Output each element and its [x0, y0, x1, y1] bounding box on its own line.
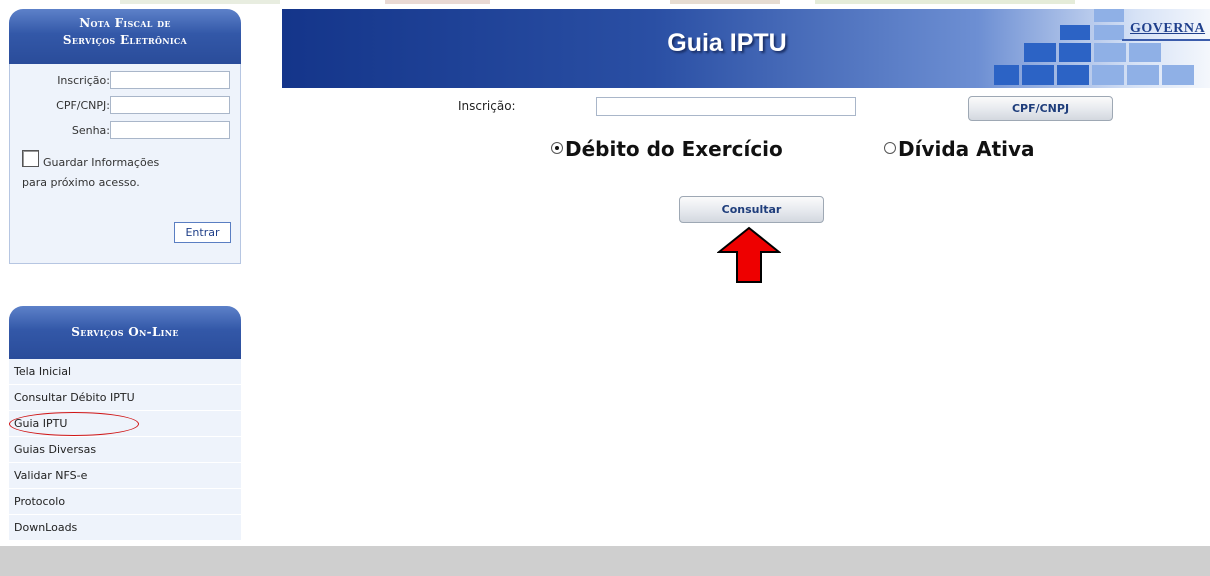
remember-label-line1: Guardar Informações [43, 156, 160, 169]
banner-square-decoration [1094, 43, 1126, 62]
banner-square-decoration [1094, 25, 1124, 40]
menu-item-label: Guias Diversas [14, 443, 97, 456]
option-debito-exercicio-label: Débito do Exercício [565, 137, 783, 161]
login-enter-button[interactable]: Entrar [174, 222, 231, 243]
red-up-arrow-icon [717, 226, 781, 283]
governa-logo: GOVERNA [1130, 21, 1206, 36]
banner-square-decoration [1060, 25, 1090, 40]
cpf-cnpj-button[interactable]: CPF/CNPJ [968, 96, 1113, 121]
page-title: Guia IPTU [667, 29, 787, 57]
arrow-shape [717, 226, 781, 283]
page-banner: Guia IPTU GOVERNA [282, 9, 1210, 88]
login-inscricao-input[interactable] [110, 71, 230, 89]
login-senha-row: Senha: [10, 121, 242, 139]
nfse-title-line2: Serviços Eletrônica [62, 33, 188, 47]
login-senha-label: Senha: [71, 124, 110, 137]
login-senha-input[interactable] [110, 121, 230, 139]
menu-item-guias-diversas[interactable]: Guias Diversas [9, 437, 241, 463]
banner-square-decoration [1059, 43, 1091, 62]
banner-square-decoration [1024, 43, 1056, 62]
menu-item-label: Tela Inicial [14, 365, 72, 378]
menu-item-downloads[interactable]: DownLoads [9, 515, 241, 541]
highlight-circle-annotation [9, 412, 139, 436]
menu-item-consultar-debito-iptu[interactable]: Consultar Débito IPTU [9, 385, 241, 411]
top-strip-segment [120, 0, 280, 4]
menu-item-label: Protocolo [14, 495, 66, 508]
menu-item-label: DownLoads [14, 521, 78, 534]
services-menu: Tela Inicial Consultar Débito IPTU Guia … [9, 359, 241, 541]
remember-label-line2: para próximo acesso. [22, 176, 140, 189]
login-inscricao-row: Inscrição: [10, 71, 242, 89]
login-box: Inscrição: CPF/CNPJ: Senha: Guardar Info… [9, 64, 241, 264]
page-bottom-bar [0, 546, 1210, 576]
banner-square-decoration [1162, 65, 1194, 85]
governa-logo-bar [1122, 39, 1210, 41]
menu-item-guia-iptu[interactable]: Guia IPTU [9, 411, 241, 437]
inscricao-label: Inscrição: [458, 99, 516, 113]
login-inscricao-label: Inscrição: [57, 74, 110, 87]
login-cpf-label: CPF/CNPJ: [56, 99, 110, 112]
nfse-panel-header: Nota Fiscal de Serviços Eletrônica [9, 9, 241, 64]
left-sidebar: Nota Fiscal de Serviços Eletrônica Inscr… [9, 9, 241, 541]
menu-item-tela-inicial[interactable]: Tela Inicial [9, 359, 241, 385]
login-cpf-input[interactable] [110, 96, 230, 114]
services-header: Serviços On-Line [9, 306, 241, 359]
menu-item-validar-nfse[interactable]: Validar NFS-e [9, 463, 241, 489]
radio-selected-dot [555, 146, 559, 150]
remember-checkbox[interactable] [22, 150, 39, 167]
inscricao-input[interactable] [596, 97, 856, 116]
menu-item-protocolo[interactable]: Protocolo [9, 489, 241, 515]
banner-square-decoration [1129, 43, 1161, 62]
consultar-button[interactable]: Consultar [679, 196, 824, 223]
nfse-title-line1: Nota Fiscal de [79, 16, 171, 30]
top-strip-segment [670, 0, 780, 4]
menu-item-label: Validar NFS-e [14, 469, 88, 482]
radio-divida-ativa[interactable] [884, 142, 896, 154]
banner-square-decoration [1057, 65, 1089, 85]
banner-square-decoration [1092, 65, 1124, 85]
menu-item-label: Consultar Débito IPTU [14, 391, 135, 404]
top-strip-segment [815, 0, 1075, 4]
top-strip-segment [385, 0, 490, 4]
banner-square-decoration [1094, 9, 1124, 22]
banner-square-decoration [1127, 65, 1159, 85]
banner-square-decoration [994, 65, 1019, 85]
top-strip [0, 0, 1210, 9]
option-divida-ativa-label: Dívida Ativa [898, 137, 1035, 161]
radio-debito-exercicio[interactable] [551, 142, 563, 154]
banner-square-decoration [1022, 65, 1054, 85]
login-cpf-row: CPF/CNPJ: [10, 96, 242, 114]
